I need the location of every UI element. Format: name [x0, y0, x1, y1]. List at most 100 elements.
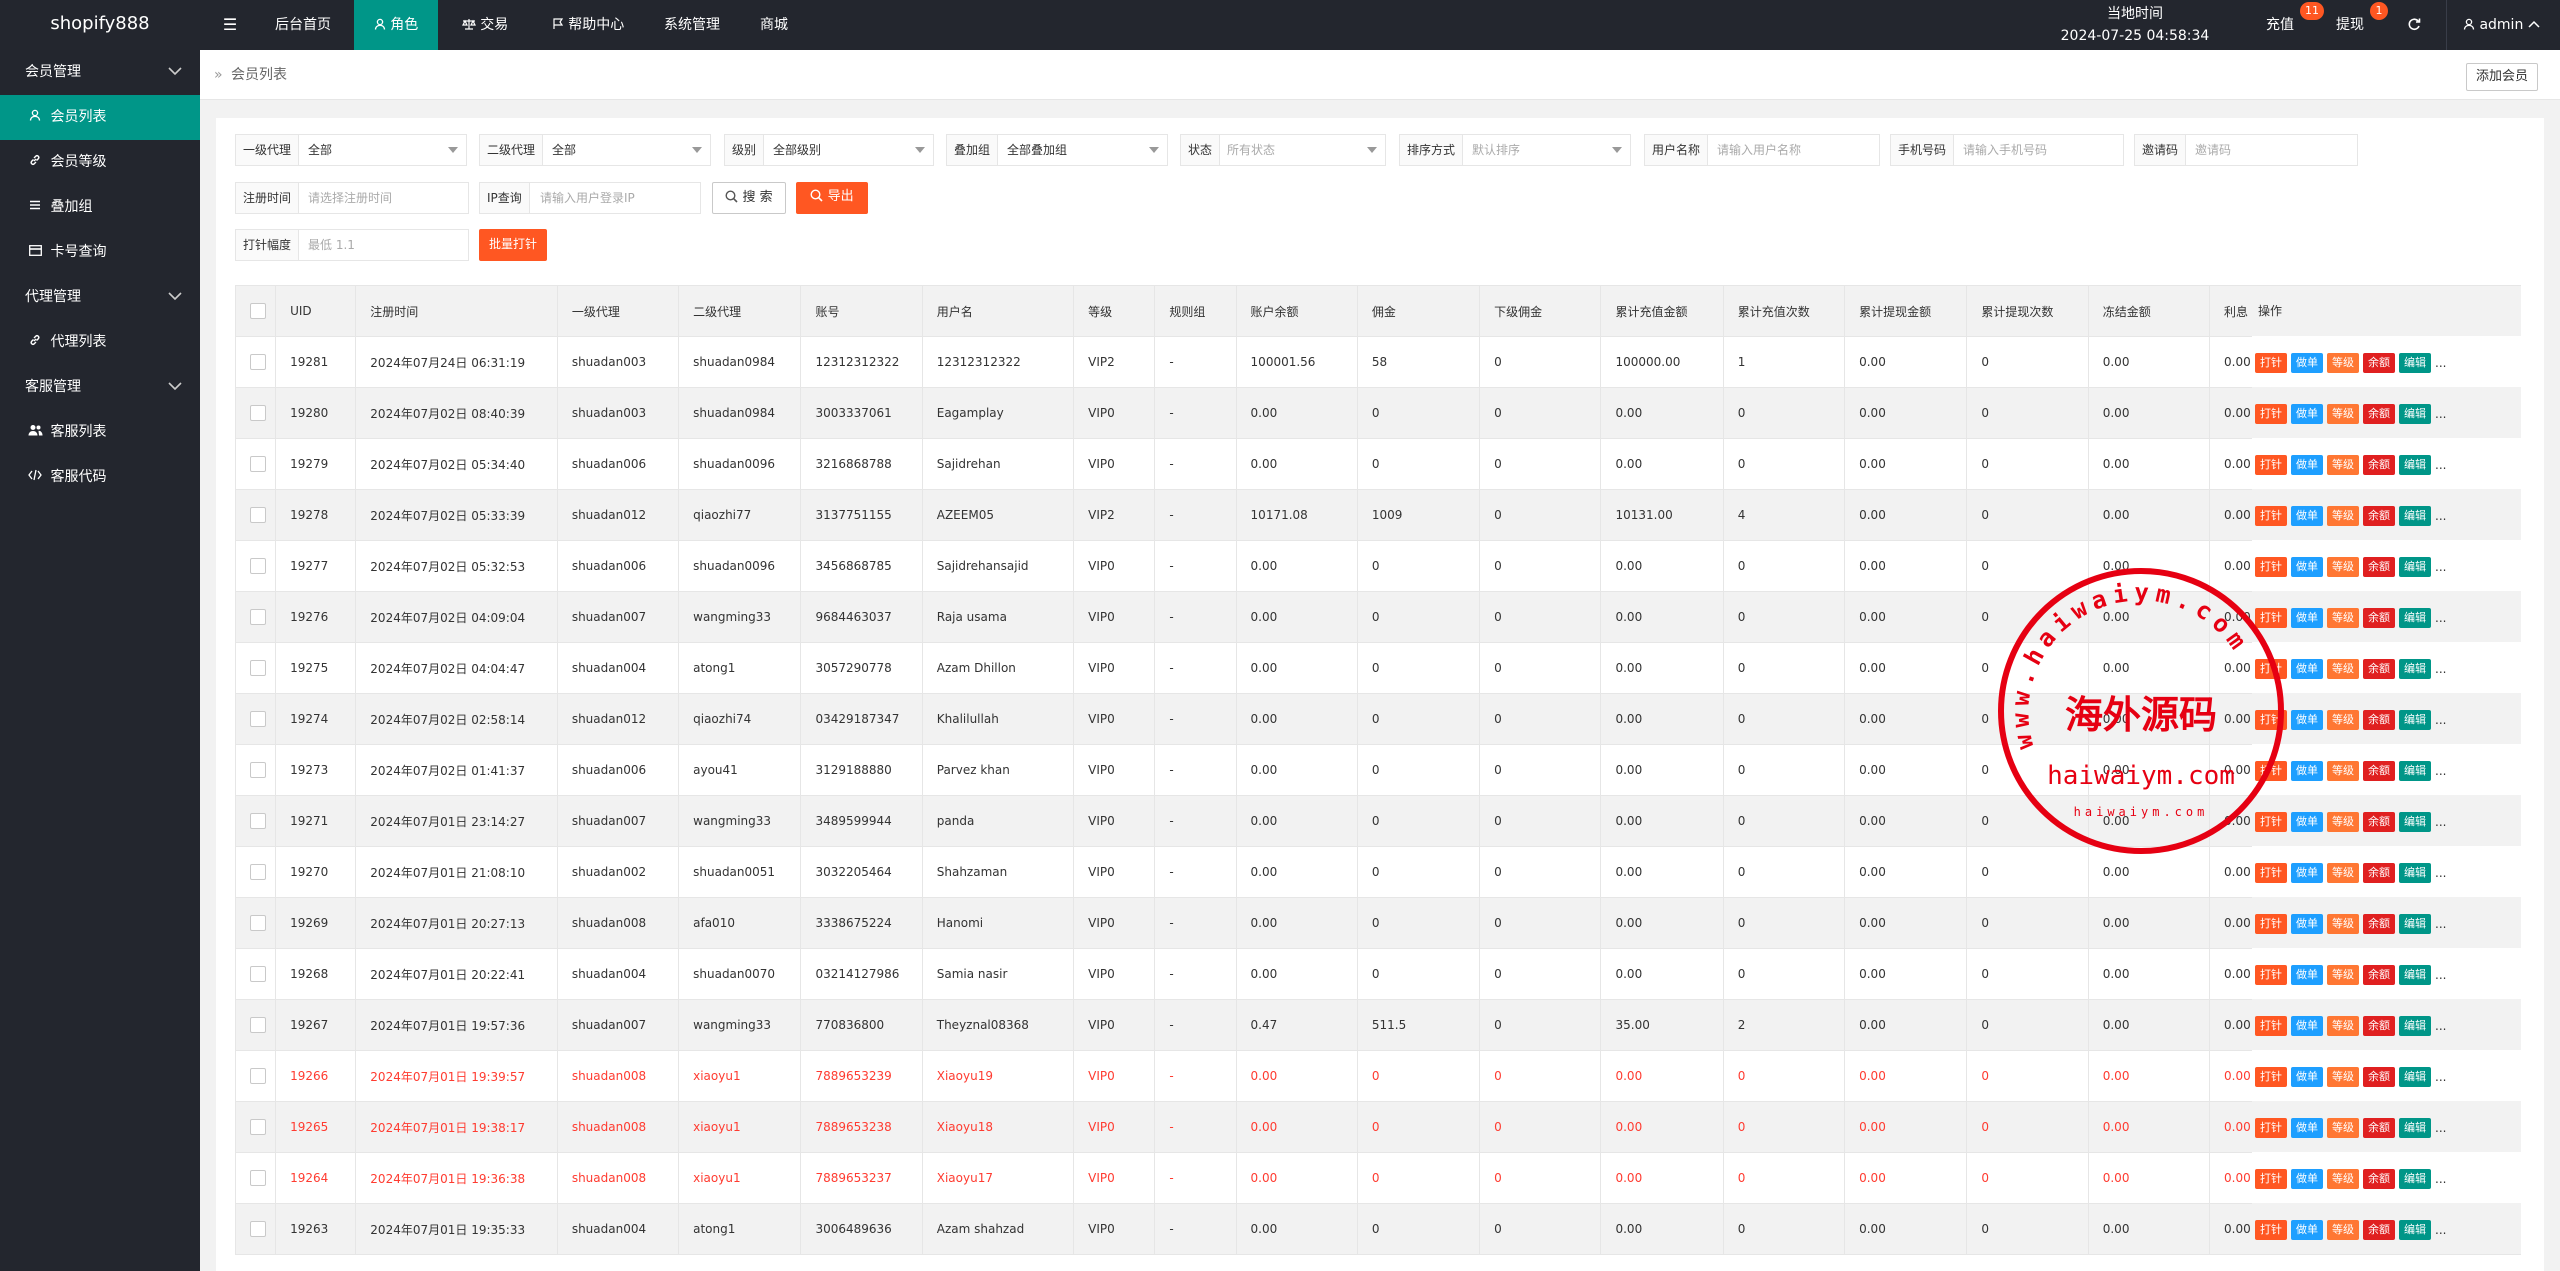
menu-toggle-icon[interactable]: ☰ — [210, 0, 250, 50]
level-button[interactable]: 等级 — [2327, 506, 2359, 526]
balance-button[interactable]: 余额 — [2363, 1016, 2395, 1036]
row-checkbox[interactable] — [250, 813, 266, 829]
phone-field[interactable]: 手机号码 请输入手机号码 — [1890, 134, 2124, 166]
column-header[interactable]: 二级代理 — [678, 285, 802, 337]
more-actions-button[interactable]: ... — [2435, 710, 2446, 730]
refresh-icon[interactable] — [2404, 0, 2424, 50]
level-button[interactable]: 等级 — [2327, 1118, 2359, 1138]
column-header[interactable]: 等级 — [1073, 285, 1156, 337]
balance-button[interactable]: 余额 — [2363, 914, 2395, 934]
balance-button[interactable]: 余额 — [2363, 1220, 2395, 1240]
more-actions-button[interactable]: ... — [2435, 404, 2446, 424]
do-order-button[interactable]: 做单 — [2291, 1067, 2323, 1087]
do-order-button[interactable]: 做单 — [2291, 353, 2323, 373]
topnav-mall[interactable]: 商城 — [748, 0, 800, 50]
topnav-trade[interactable]: 交易 — [448, 0, 522, 50]
more-actions-button[interactable]: ... — [2435, 455, 2446, 475]
stack-group-select[interactable]: 叠加组 全部叠加组 — [946, 134, 1168, 166]
do-order-button[interactable]: 做单 — [2291, 761, 2323, 781]
balance-button[interactable]: 余额 — [2363, 659, 2395, 679]
level-button[interactable]: 等级 — [2327, 1220, 2359, 1240]
more-actions-button[interactable]: ... — [2435, 914, 2446, 934]
level-button[interactable]: 等级 — [2327, 659, 2359, 679]
more-actions-button[interactable]: ... — [2435, 1220, 2446, 1240]
balance-button[interactable]: 余额 — [2363, 608, 2395, 628]
edit-button[interactable]: 编辑 — [2399, 761, 2431, 781]
balance-button[interactable]: 余额 — [2363, 812, 2395, 832]
row-checkbox[interactable] — [250, 1170, 266, 1186]
invite-code-field[interactable]: 邀请码 邀请码 — [2134, 134, 2358, 166]
more-actions-button[interactable]: ... — [2435, 761, 2446, 781]
row-checkbox[interactable] — [250, 354, 266, 370]
edit-button[interactable]: 编辑 — [2399, 1220, 2431, 1240]
balance-button[interactable]: 余额 — [2363, 455, 2395, 475]
do-order-button[interactable]: 做单 — [2291, 1016, 2323, 1036]
row-checkbox[interactable] — [250, 405, 266, 421]
column-header[interactable]: 用户名 — [921, 285, 1075, 337]
row-checkbox[interactable] — [250, 609, 266, 625]
sidebar-group-support[interactable]: 客服管理 — [0, 365, 200, 410]
hit-button[interactable]: 打针 — [2255, 455, 2287, 475]
more-actions-button[interactable]: ... — [2435, 965, 2446, 985]
more-actions-button[interactable]: ... — [2435, 506, 2446, 526]
column-header[interactable]: 累计充值金额 — [1600, 285, 1724, 337]
balance-button[interactable]: 余额 — [2363, 965, 2395, 985]
reg-time-field[interactable]: 注册时间 请选择注册时间 — [235, 182, 469, 214]
do-order-button[interactable]: 做单 — [2291, 506, 2323, 526]
level-button[interactable]: 等级 — [2327, 455, 2359, 475]
row-checkbox[interactable] — [250, 1017, 266, 1033]
balance-button[interactable]: 余额 — [2363, 761, 2395, 781]
sidebar-group-agents[interactable]: 代理管理 — [0, 275, 200, 320]
row-checkbox[interactable] — [250, 558, 266, 574]
edit-button[interactable]: 编辑 — [2399, 608, 2431, 628]
edit-button[interactable]: 编辑 — [2399, 863, 2431, 883]
hit-range-field[interactable]: 打针幅度 最低 1.1 — [235, 229, 469, 261]
username-field[interactable]: 用户名称 请输入用户名称 — [1644, 134, 1880, 166]
level-button[interactable]: 等级 — [2327, 863, 2359, 883]
level-select[interactable]: 级别 全部级别 — [724, 134, 934, 166]
do-order-button[interactable]: 做单 — [2291, 914, 2323, 934]
level-button[interactable]: 等级 — [2327, 557, 2359, 577]
agent1-select[interactable]: 一级代理 全部 — [235, 134, 467, 166]
row-checkbox[interactable] — [250, 456, 266, 472]
column-header[interactable]: 冻结金额 — [2087, 285, 2211, 337]
sort-select[interactable]: 排序方式 默认排序 — [1399, 134, 1631, 166]
sidebar-item-support-code[interactable]: 客服代码 — [0, 455, 200, 500]
level-button[interactable]: 等级 — [2327, 1067, 2359, 1087]
search-button[interactable]: 搜 索 — [712, 182, 786, 214]
edit-button[interactable]: 编辑 — [2399, 1118, 2431, 1138]
do-order-button[interactable]: 做单 — [2291, 863, 2323, 883]
do-order-button[interactable]: 做单 — [2291, 557, 2323, 577]
more-actions-button[interactable]: ... — [2435, 353, 2446, 373]
hit-button[interactable]: 打针 — [2255, 1016, 2287, 1036]
balance-button[interactable]: 余额 — [2363, 1169, 2395, 1189]
do-order-button[interactable]: 做单 — [2291, 659, 2323, 679]
hit-button[interactable]: 打针 — [2255, 506, 2287, 526]
topnav-home[interactable]: 后台首页 — [258, 0, 348, 50]
do-order-button[interactable]: 做单 — [2291, 1169, 2323, 1189]
row-checkbox[interactable] — [250, 711, 266, 727]
balance-button[interactable]: 余额 — [2363, 1118, 2395, 1138]
do-order-button[interactable]: 做单 — [2291, 710, 2323, 730]
do-order-button[interactable]: 做单 — [2291, 404, 2323, 424]
edit-button[interactable]: 编辑 — [2399, 353, 2431, 373]
export-button[interactable]: 导出 — [796, 182, 868, 214]
do-order-button[interactable]: 做单 — [2291, 1220, 2323, 1240]
status-select[interactable]: 状态 所有状态 — [1180, 134, 1386, 166]
more-actions-button[interactable]: ... — [2435, 863, 2446, 883]
batch-hit-button[interactable]: 批量打针 — [479, 229, 547, 261]
more-actions-button[interactable]: ... — [2435, 1016, 2446, 1036]
level-button[interactable]: 等级 — [2327, 965, 2359, 985]
edit-button[interactable]: 编辑 — [2399, 404, 2431, 424]
column-header[interactable]: 累计提现金额 — [1844, 285, 1968, 337]
hit-button[interactable]: 打针 — [2255, 914, 2287, 934]
topnav-roles[interactable]: 角色 — [354, 0, 438, 50]
more-actions-button[interactable]: ... — [2435, 608, 2446, 628]
edit-button[interactable]: 编辑 — [2399, 455, 2431, 475]
row-checkbox[interactable] — [250, 915, 266, 931]
row-checkbox[interactable] — [250, 966, 266, 982]
level-button[interactable]: 等级 — [2327, 914, 2359, 934]
balance-button[interactable]: 余额 — [2363, 1067, 2395, 1087]
balance-button[interactable]: 余额 — [2363, 353, 2395, 373]
balance-button[interactable]: 余额 — [2363, 557, 2395, 577]
